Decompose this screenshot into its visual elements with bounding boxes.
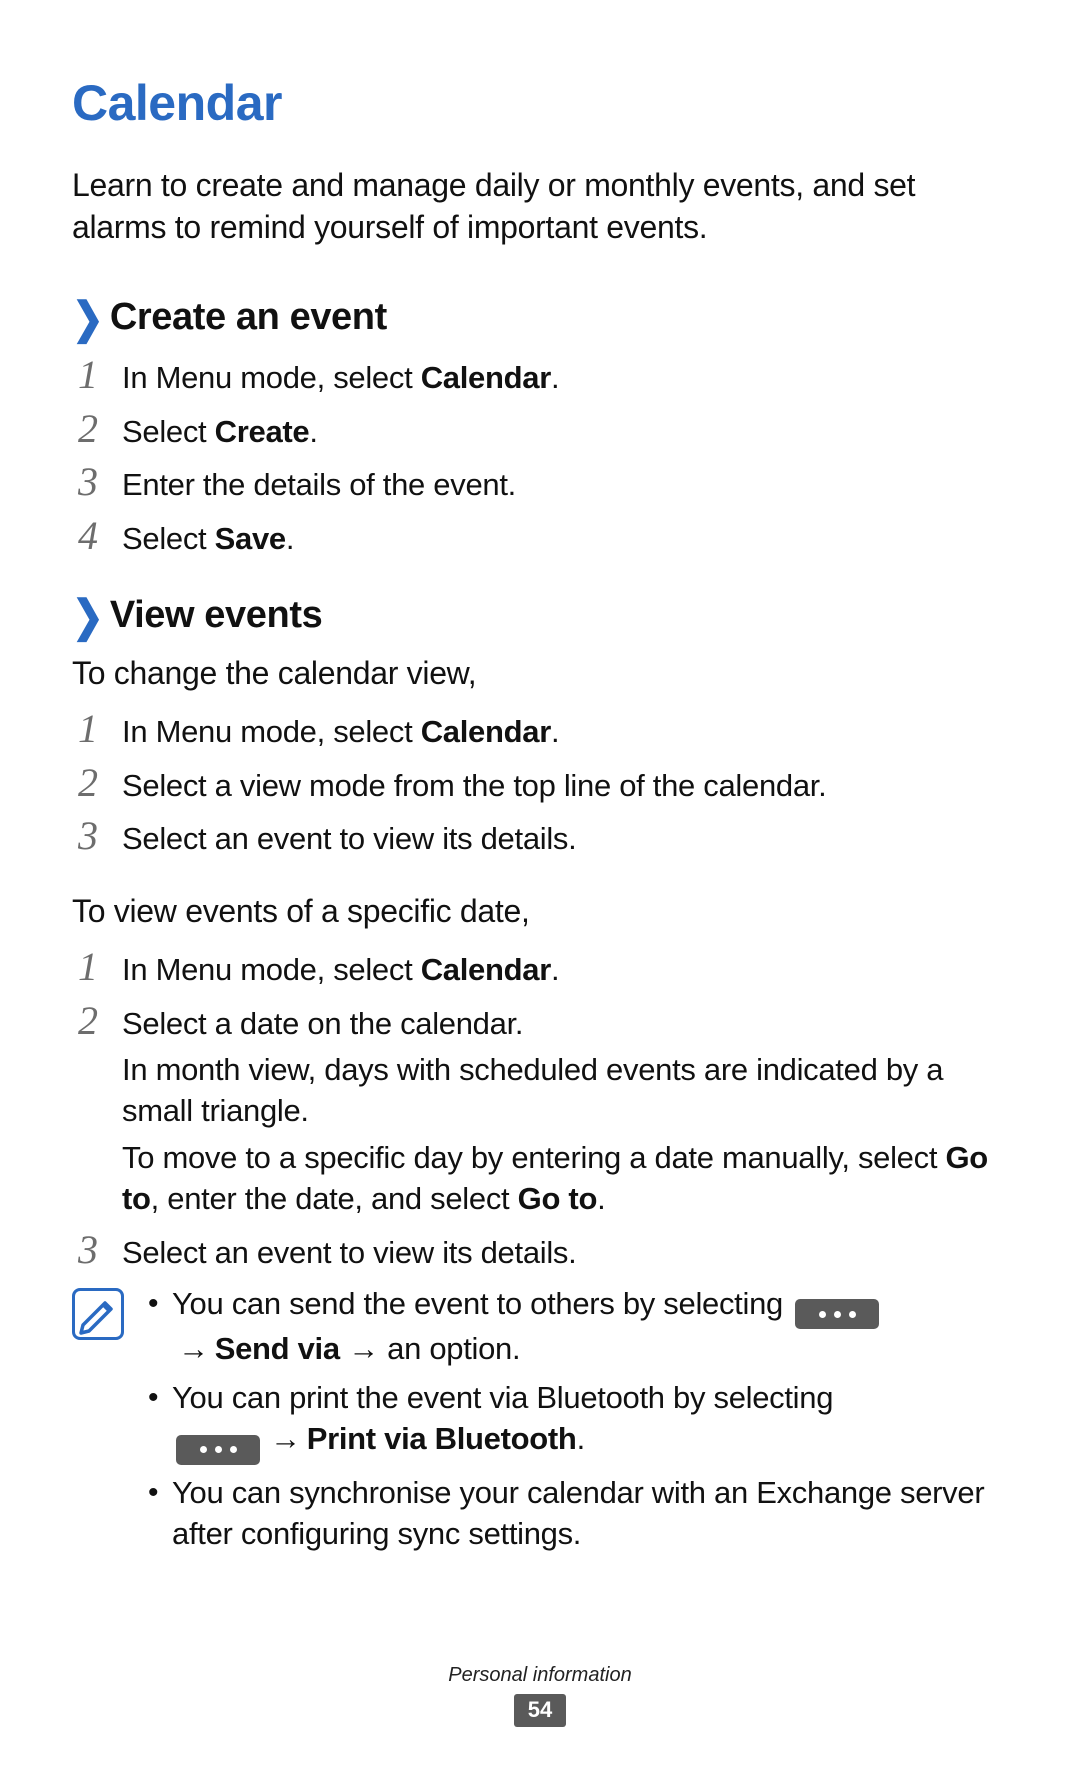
section-heading-view: ❯ View events: [72, 590, 1008, 640]
step-number: 4: [72, 516, 104, 556]
step: 1 In Menu mode, select Calendar.: [72, 709, 1008, 753]
intro-text: Learn to create and manage daily or mont…: [72, 164, 1008, 248]
section-title: View events: [110, 590, 322, 640]
step-text: In Menu mode, select Calendar.: [122, 950, 1008, 991]
page-title: Calendar: [72, 70, 1008, 136]
page-footer: Personal information 54: [0, 1662, 1080, 1727]
step-text: Select Create.: [122, 412, 1008, 453]
arrow-icon: →: [178, 1331, 209, 1366]
step: 2 Select a date on the calendar. In mont…: [72, 1001, 1008, 1221]
step-text: In Menu mode, select Calendar.: [122, 358, 1008, 399]
section-heading-create: ❯ Create an event: [72, 292, 1008, 342]
step-number: 1: [72, 355, 104, 395]
note-list: You can send the event to others by sele…: [142, 1284, 1008, 1563]
step: 4 Select Save.: [72, 516, 1008, 560]
step: 1 In Menu mode, select Calendar.: [72, 355, 1008, 399]
more-options-icon: [176, 1435, 260, 1465]
step-number: 2: [72, 1001, 104, 1041]
step-text: In Menu mode, select Calendar.: [122, 712, 1008, 753]
chevron-icon: ❯: [72, 596, 104, 640]
step-number: 1: [72, 709, 104, 749]
step-text: Enter the details of the event.: [122, 465, 1008, 506]
view-steps-2: 1 In Menu mode, select Calendar. 2 Selec…: [72, 947, 1008, 1274]
step-text: Select Save.: [122, 519, 1008, 560]
page-number: 54: [514, 1694, 566, 1727]
step-text: Select a view mode from the top line of …: [122, 766, 1008, 807]
more-options-icon: [795, 1299, 879, 1329]
step-number: 2: [72, 763, 104, 803]
chevron-icon: ❯: [72, 298, 104, 342]
step: 3 Select an event to view its details.: [72, 816, 1008, 860]
step-number: 2: [72, 409, 104, 449]
step-subtext: To move to a specific day by entering a …: [122, 1138, 1008, 1220]
step: 3 Enter the details of the event.: [72, 462, 1008, 506]
step-number: 3: [72, 816, 104, 856]
note-icon: [72, 1288, 124, 1340]
note-box: You can send the event to others by sele…: [72, 1284, 1008, 1563]
lead-text: To change the calendar view,: [72, 652, 1008, 694]
step: 2 Select a view mode from the top line o…: [72, 763, 1008, 807]
step-text: Select an event to view its details.: [122, 819, 1008, 860]
step: 2 Select Create.: [72, 409, 1008, 453]
view-steps-1: 1 In Menu mode, select Calendar. 2 Selec…: [72, 709, 1008, 861]
note-item: You can print the event via Bluetooth by…: [142, 1378, 1008, 1464]
section-title: Create an event: [110, 292, 387, 342]
step-text: Select an event to view its details.: [122, 1233, 1008, 1274]
create-steps: 1 In Menu mode, select Calendar. 2 Selec…: [72, 355, 1008, 561]
arrow-icon: →: [270, 1421, 301, 1456]
manual-page: Calendar Learn to create and manage dail…: [0, 0, 1080, 1771]
step-text: Select a date on the calendar. In month …: [122, 1004, 1008, 1221]
lead-text: To view events of a specific date,: [72, 890, 1008, 932]
step: 3 Select an event to view its details.: [72, 1230, 1008, 1274]
step-number: 3: [72, 462, 104, 502]
step-subtext: In month view, days with scheduled event…: [122, 1050, 1008, 1132]
step-number: 3: [72, 1230, 104, 1270]
note-item: You can send the event to others by sele…: [142, 1284, 1008, 1370]
footer-section: Personal information: [0, 1662, 1080, 1688]
step-number: 1: [72, 947, 104, 987]
note-item: You can synchronise your calendar with a…: [142, 1473, 1008, 1555]
step: 1 In Menu mode, select Calendar.: [72, 947, 1008, 991]
